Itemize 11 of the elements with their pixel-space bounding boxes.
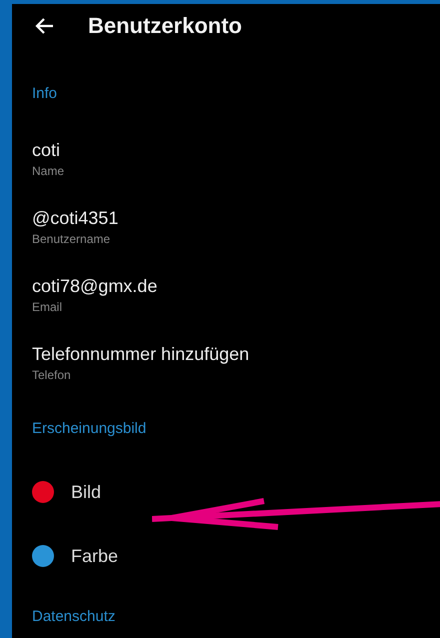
back-arrow-icon	[34, 17, 54, 35]
section-heading: Datenschutz	[32, 608, 116, 626]
screen-title: Benutzerkonto	[88, 13, 242, 39]
section-heading: Erscheinungsbild	[32, 420, 148, 438]
option-label[interactable]: Bild	[71, 482, 102, 502]
section-heading: Info	[32, 85, 58, 103]
account-field[interactable]: coti Name	[32, 139, 64, 179]
option-label[interactable]: Farbe	[71, 546, 118, 566]
account-field[interactable]: Telefonnummer hinzufügen Telefon	[32, 343, 250, 383]
account-field[interactable]: @coti4351 Benutzername	[32, 207, 118, 247]
account-field[interactable]: coti78@gmx.de Email	[32, 275, 158, 315]
